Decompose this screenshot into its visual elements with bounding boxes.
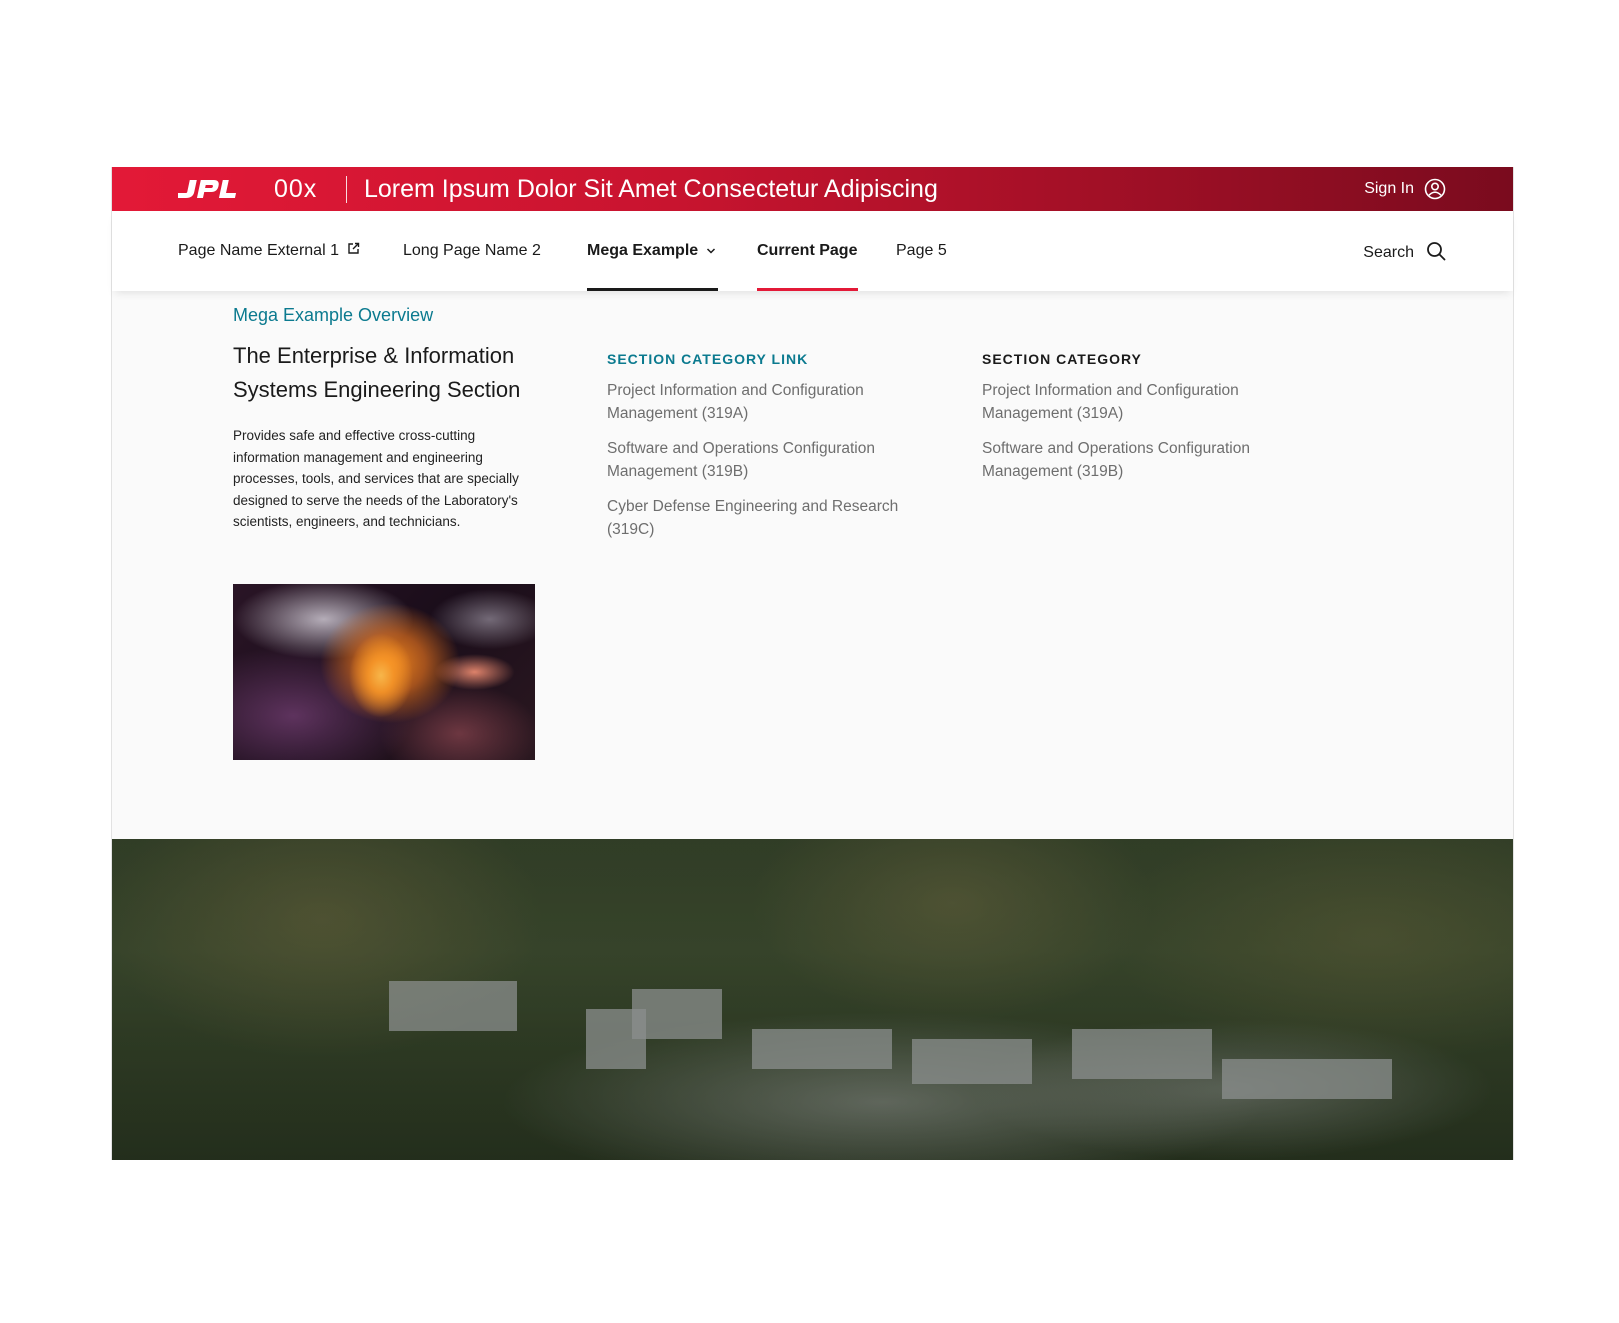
- search-button[interactable]: Search: [1363, 211, 1446, 295]
- nav-item-label: Long Page Name 2: [403, 242, 541, 259]
- nav-item-current-page[interactable]: Current Page: [757, 211, 858, 291]
- mega-link[interactable]: Software and Operations Configuration Ma…: [982, 437, 1302, 483]
- mega-link[interactable]: Software and Operations Configuration Ma…: [607, 437, 927, 483]
- building-shape: [1072, 1029, 1212, 1079]
- mega-heading: The Enterprise & Information Systems Eng…: [233, 343, 521, 402]
- nav-item-label: Page 5: [896, 242, 947, 259]
- building-shape: [912, 1039, 1032, 1084]
- section-category-link-heading[interactable]: SECTION CATEGORY LINK: [607, 351, 808, 367]
- search-icon: [1426, 241, 1446, 266]
- user-circle-icon: [1424, 178, 1446, 200]
- hero-photo: [112, 839, 1513, 1160]
- page-frame: 00x Lorem Ipsum Dolor Sit Amet Consectet…: [111, 167, 1514, 1160]
- building-shape: [752, 1029, 892, 1069]
- site-code: 00x: [274, 175, 318, 203]
- mega-description: Provides safe and effective cross-cuttin…: [233, 428, 519, 530]
- nav-item-label: Page Name External 1: [178, 242, 339, 259]
- site-title[interactable]: Lorem Ipsum Dolor Sit Amet Consectetur A…: [364, 167, 938, 211]
- mega-menu-panel: Mega Example Overview The Enterprise & I…: [112, 291, 1513, 819]
- mega-link[interactable]: Cyber Defense Engineering and Research (…: [607, 495, 927, 541]
- nav-item-page-5[interactable]: Page 5: [896, 211, 947, 291]
- title-divider: [346, 176, 347, 203]
- building-shape: [1222, 1059, 1392, 1099]
- nav-item-label: Current Page: [757, 242, 858, 259]
- jpl-logo[interactable]: [178, 174, 240, 204]
- nav-item-label: Mega Example: [587, 242, 699, 259]
- nav-item-page-name-external-1[interactable]: Page Name External 1: [178, 211, 360, 291]
- mega-overview-link[interactable]: Mega Example Overview: [233, 305, 433, 326]
- nav-item-mega-example[interactable]: Mega Example: [587, 211, 718, 291]
- search-label: Search: [1363, 244, 1414, 261]
- nav-item-long-page-name-2[interactable]: Long Page Name 2: [403, 211, 541, 291]
- open-menu-indicator: [587, 288, 718, 291]
- external-link-icon: [347, 242, 360, 260]
- current-page-indicator: [757, 288, 858, 291]
- sign-in-label: Sign In: [1364, 180, 1414, 197]
- building-shape: [389, 981, 517, 1031]
- section-category-list: Project Information and Configuration Ma…: [982, 379, 1302, 495]
- sign-in-button[interactable]: Sign In: [1364, 167, 1446, 211]
- main-nav: Page Name External 1 Long Page Name 2 Me…: [112, 211, 1513, 291]
- jpl-logo-mark: [178, 180, 237, 198]
- nebula-image: [233, 584, 535, 760]
- mega-link[interactable]: Project Information and Configuration Ma…: [982, 379, 1302, 425]
- building-shape: [632, 989, 722, 1039]
- section-category-link-list: Project Information and Configuration Ma…: [607, 379, 927, 553]
- section-category-heading: SECTION CATEGORY: [982, 351, 1142, 367]
- mega-link[interactable]: Project Information and Configuration Ma…: [607, 379, 927, 425]
- site-header: 00x Lorem Ipsum Dolor Sit Amet Consectet…: [112, 167, 1513, 211]
- chevron-down-icon: [706, 242, 716, 260]
